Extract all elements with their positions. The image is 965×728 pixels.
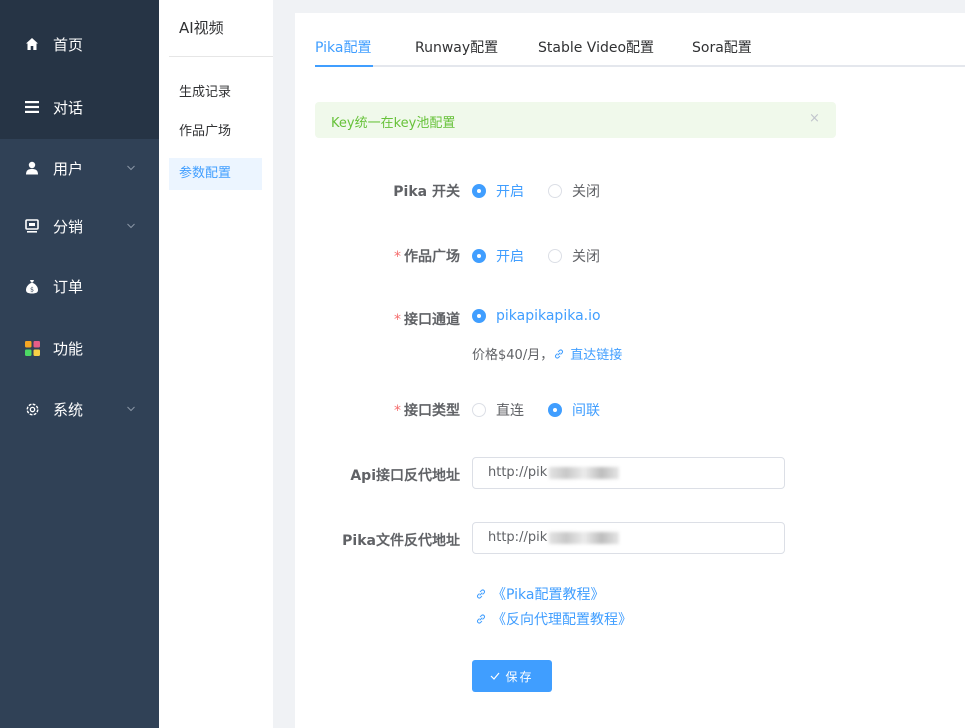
direct-link-text: 直达链接 [570, 348, 623, 363]
api-type-indirect-radio[interactable]: 间联 [548, 400, 600, 420]
chevron-down-icon [127, 406, 135, 412]
sidebar-item-label: 用户 [53, 159, 84, 178]
radio-label: 开启 [496, 249, 524, 265]
chevron-down-icon [127, 223, 135, 229]
radio-label: 间联 [572, 403, 600, 419]
input-value: http://pik [488, 530, 548, 545]
tab-pika[interactable]: Pika配置 [315, 37, 371, 57]
api-type-direct-radio[interactable]: 直连 [472, 400, 524, 420]
link-icon [477, 589, 485, 599]
active-tab-indicator [315, 65, 373, 67]
input-value: http://pik [488, 465, 548, 480]
save-button[interactable]: 保存 [472, 660, 552, 692]
grid-icon [24, 340, 40, 356]
tab-bar: Pika配置 Runway配置 Stable Video配置 Sora配置 [315, 33, 965, 67]
radio-dot [548, 184, 562, 198]
doc-link-text: 《反向代理配置教程》 [492, 612, 632, 628]
sub-navigation: AI视频 生成记录 作品广场 参数配置 [159, 0, 273, 728]
api-type-label: * 接口类型 [394, 400, 460, 420]
radio-label: 关闭 [572, 184, 600, 200]
radio-dot [548, 249, 562, 263]
money-bag-icon: $ [24, 278, 40, 294]
check-icon [491, 672, 500, 680]
radio-dot [472, 249, 486, 263]
api-proxy-label-text: Api接口反代地址 [350, 468, 460, 484]
price-text: 价格$40/月， [472, 348, 554, 363]
sidebar-item-user[interactable]: 用户 [0, 140, 159, 196]
file-proxy-input[interactable]: http://pik [472, 522, 785, 554]
subnav-item-settings[interactable]: 参数配置 [169, 158, 262, 190]
redacted-blur [549, 531, 620, 544]
tab-sora[interactable]: Sora配置 [692, 37, 752, 57]
save-button-label: 保存 [505, 669, 534, 684]
radio-label: 关闭 [572, 249, 600, 265]
chevron-down-icon [127, 165, 135, 171]
sidebar-item-chat[interactable]: 对话 [0, 79, 159, 135]
monitor-icon [24, 218, 40, 234]
required-mark: * [394, 403, 401, 419]
radio-label: pikapikapika.io [496, 308, 601, 324]
list-icon [24, 99, 40, 115]
sidebar-item-label: 对话 [53, 98, 84, 117]
radio-dot [472, 309, 486, 323]
required-mark: * [394, 249, 401, 265]
sidebar-item-label: 分销 [53, 217, 84, 236]
tab-stable-video[interactable]: Stable Video配置 [538, 37, 654, 57]
alert-text: Key统一在key池配置 [331, 116, 456, 131]
channel-hint: 价格$40/月， 直达链接 [472, 344, 622, 363]
radio-dot [472, 184, 486, 198]
gallery-label-text: 作品广场 [404, 249, 460, 265]
doc-link-text: 《Pika配置教程》 [492, 587, 605, 603]
pika-switch-label-text: Pika 开关 [393, 184, 460, 200]
sidebar-item-orders[interactable]: $ 订单 [0, 258, 159, 314]
redacted-blur [549, 466, 620, 479]
radio-dot [548, 403, 562, 417]
pika-switch-off-radio[interactable]: 关闭 [548, 181, 600, 201]
proxy-tutorial-link[interactable]: 《反向代理配置教程》 [475, 609, 632, 629]
api-type-label-text: 接口类型 [404, 403, 460, 419]
home-icon [24, 36, 40, 52]
link-icon [555, 349, 564, 358]
radio-dot [472, 403, 486, 417]
subnav-title: AI视频 [179, 19, 224, 37]
api-proxy-label: Api接口反代地址 [350, 465, 460, 485]
api-proxy-input[interactable]: http://pik [472, 457, 785, 489]
subnav-item-records[interactable]: 生成记录 [169, 77, 262, 109]
link-icon [477, 614, 485, 624]
file-proxy-label-text: Pika文件反代地址 [342, 533, 460, 549]
sidebar: 首页 对话 用户 分销 $ 订单 功能 系统 [0, 0, 159, 728]
sidebar-item-system[interactable]: 系统 [0, 381, 159, 437]
gallery-label: * 作品广场 [394, 246, 460, 266]
required-mark: * [394, 312, 401, 328]
radio-label: 开启 [496, 184, 524, 200]
sidebar-item-label: 订单 [53, 277, 84, 296]
subnav-divider [169, 56, 273, 57]
gallery-on-radio[interactable]: 开启 [472, 246, 524, 266]
user-icon [24, 160, 40, 176]
svg-text:$: $ [30, 286, 34, 293]
main-panel: Pika配置 Runway配置 Stable Video配置 Sora配置 Ke… [295, 13, 965, 728]
tab-runway[interactable]: Runway配置 [415, 37, 498, 57]
channel-label: * 接口通道 [394, 309, 460, 329]
channel-pika-radio[interactable]: pikapikapika.io [472, 308, 601, 324]
sidebar-item-distribution[interactable]: 分销 [0, 198, 159, 254]
info-alert: Key统一在key池配置 × [315, 102, 836, 138]
sidebar-item-label: 首页 [53, 35, 84, 54]
gear-icon [24, 401, 40, 417]
gallery-off-radio[interactable]: 关闭 [548, 246, 600, 266]
subnav-item-gallery[interactable]: 作品广场 [169, 116, 262, 148]
pika-tutorial-link[interactable]: 《Pika配置教程》 [475, 584, 604, 604]
file-proxy-label: Pika文件反代地址 [342, 530, 460, 550]
sidebar-item-label: 系统 [53, 400, 84, 419]
radio-label: 直连 [496, 403, 524, 419]
channel-label-text: 接口通道 [404, 312, 460, 328]
pika-switch-on-radio[interactable]: 开启 [472, 181, 524, 201]
sidebar-item-features[interactable]: 功能 [0, 320, 159, 376]
sidebar-item-label: 功能 [53, 339, 84, 358]
direct-link[interactable]: 直达链接 [553, 344, 622, 363]
sidebar-item-home[interactable]: 首页 [0, 16, 159, 72]
alert-close-icon[interactable]: × [809, 111, 820, 126]
pika-switch-label: Pika 开关 [393, 181, 460, 201]
